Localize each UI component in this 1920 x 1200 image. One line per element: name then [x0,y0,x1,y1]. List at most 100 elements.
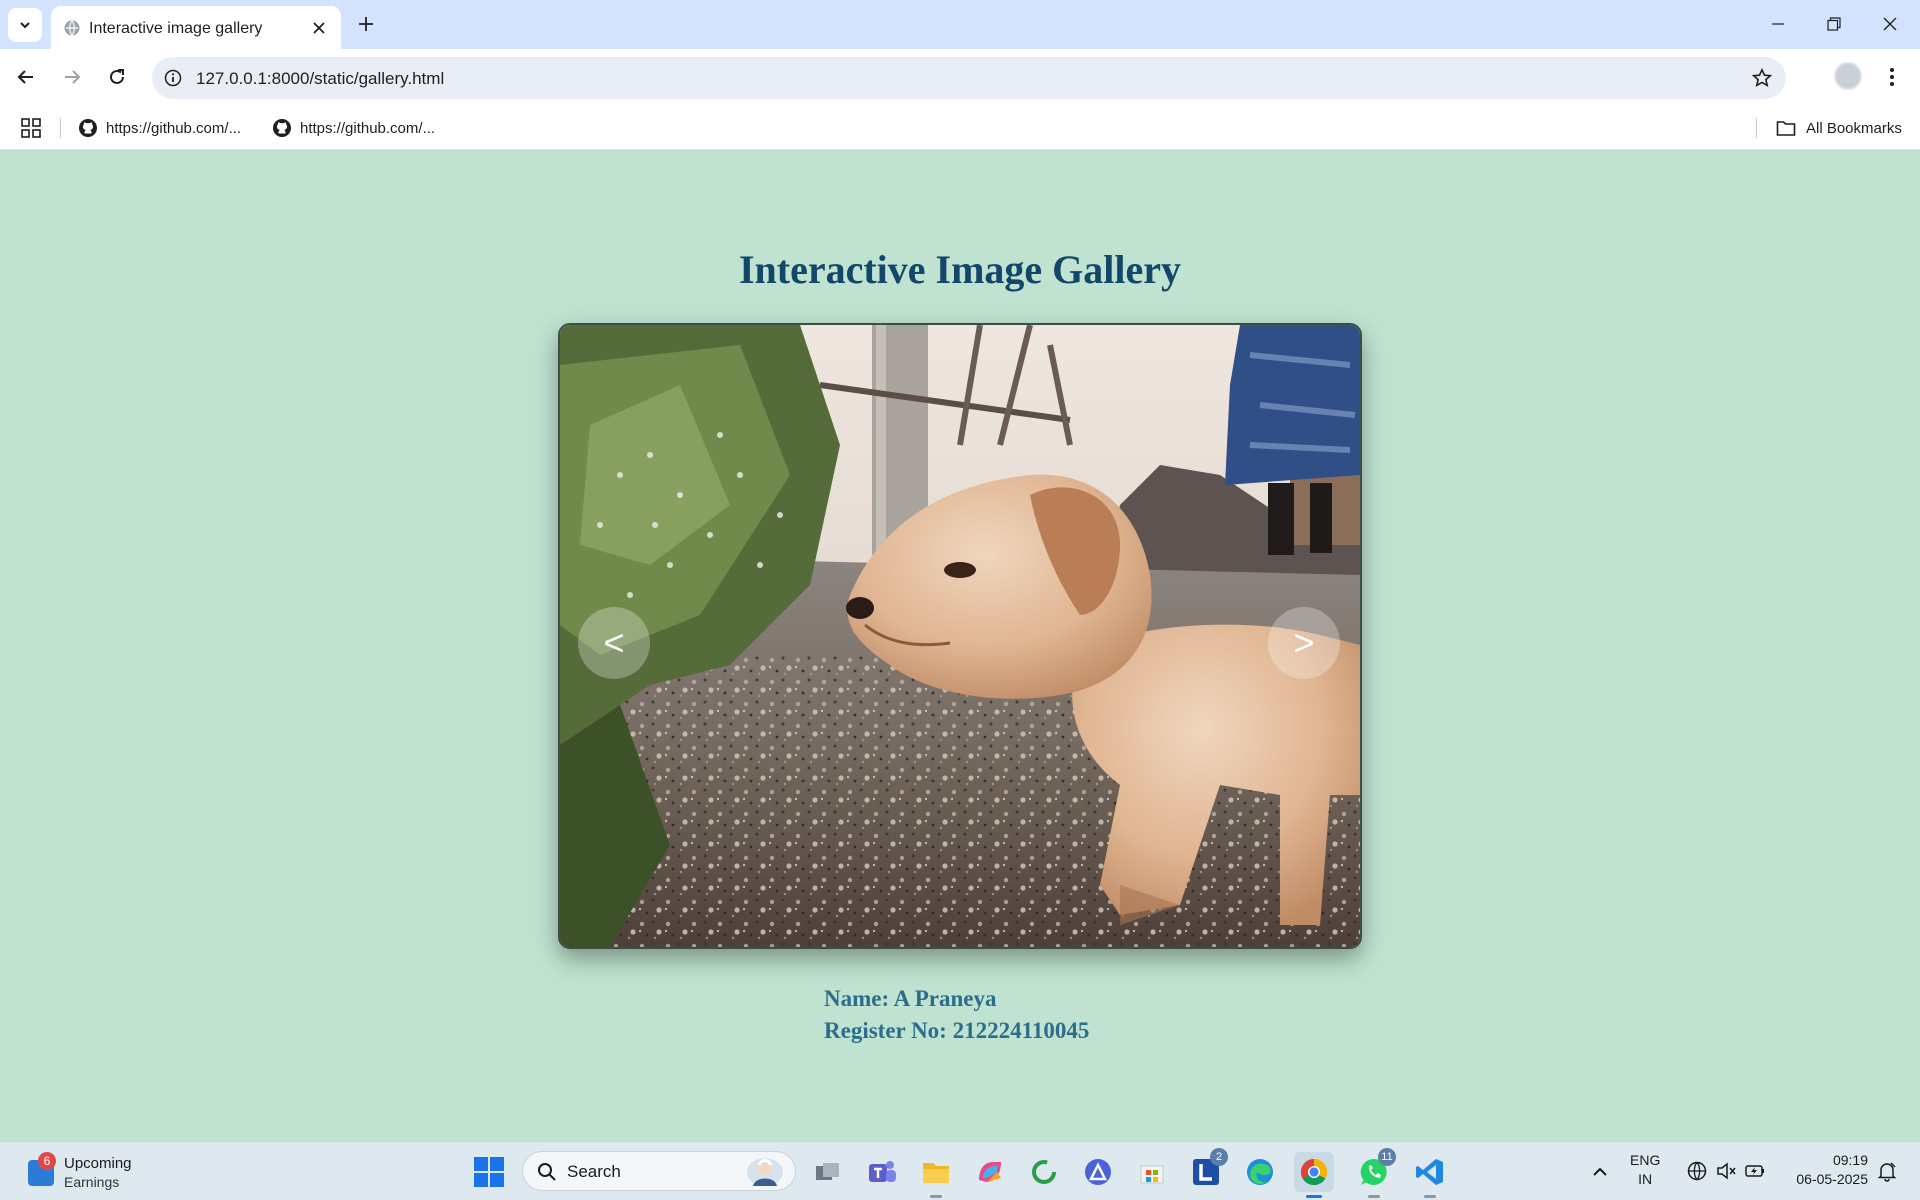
browser-menu-button[interactable] [1880,61,1904,93]
reload-button[interactable] [101,61,133,93]
gallery-image [560,325,1360,947]
volume-muted-icon[interactable] [1715,1160,1737,1182]
more-vertical-icon [1890,68,1894,86]
browser-toolbar: 127.0.0.1:8000/static/gallery.html [0,49,1920,106]
new-tab-button[interactable] [352,10,380,38]
url-text[interactable]: 127.0.0.1:8000/static/gallery.html [196,69,444,89]
forward-arrow-icon [65,70,81,84]
bookmark-item[interactable]: https://github.com/... [272,116,435,140]
bookmark-star-icon[interactable] [1750,66,1774,90]
bookmark-separator [1756,118,1757,138]
edge-icon [1247,1159,1273,1185]
tab-close-button[interactable] [307,16,331,40]
notification-badge: 11 [1378,1148,1396,1166]
task-view-icon [816,1163,839,1180]
forward-button[interactable] [56,61,88,93]
apps-grid-icon[interactable] [20,117,42,139]
language-indicator[interactable]: ENG IN [1630,1151,1660,1189]
address-bar[interactable]: 127.0.0.1:8000/static/gallery.html [152,57,1786,99]
taskbar-search[interactable]: Search [522,1151,796,1191]
chrome-icon [1300,1158,1328,1186]
running-indicator [1424,1195,1436,1198]
gallery-frame: < > [558,323,1362,949]
bookmark-item[interactable]: https://github.com/... [78,116,241,140]
widget-subtitle: Earnings [64,1174,120,1190]
windows-logo-icon [474,1157,488,1171]
app-l-button[interactable]: 2 [1186,1148,1228,1192]
search-highlight-icon [747,1158,783,1186]
globe-icon [64,20,80,36]
language-line2: IN [1638,1171,1653,1187]
running-indicator [930,1195,942,1198]
tab-search-button[interactable] [8,8,42,42]
taskbar: 6 Upcoming Earnings Search 2 11 ENG IN 0… [0,1141,1920,1200]
plus-icon [359,17,373,31]
search-label: Search [567,1162,621,1181]
bookmark-label: https://github.com/... [300,119,436,137]
copilot-button[interactable] [970,1152,1010,1192]
register-number: Register No: 212224110045 [824,1018,1090,1043]
refresh-ring-icon [1032,1160,1056,1184]
github-icon [79,119,97,137]
page-content: Interactive Image Gallery < > Name: A Pr… [0,151,1920,1141]
close-icon [313,22,325,34]
widgets-button[interactable]: 6 Upcoming Earnings [24,1150,154,1194]
close-window-button[interactable] [1870,8,1910,40]
store-icon [1140,1165,1164,1184]
restore-icon [1827,17,1841,31]
reload-icon [110,69,124,84]
all-bookmarks-button[interactable]: All Bookmarks [1776,116,1902,140]
vscode-icon [1416,1159,1443,1185]
restore-button[interactable] [1814,8,1854,40]
language-line1: ENG [1630,1152,1661,1168]
active-tab[interactable]: Interactive image gallery [51,6,341,49]
copilot-icon [979,1162,1001,1182]
app-blue-triangle-button[interactable] [1078,1152,1118,1192]
whatsapp-button[interactable]: 11 [1354,1148,1396,1198]
widget-title: Upcoming [64,1155,132,1172]
folder-icon [923,1163,949,1183]
clock-date: 06-05-2025 [1796,1171,1868,1187]
folder-icon [1776,121,1796,136]
show-hidden-icons-icon[interactable] [1588,1160,1612,1184]
app-green-ring-button[interactable] [1024,1152,1064,1192]
chrome-button[interactable] [1294,1152,1334,1198]
page-title: Interactive Image Gallery [738,247,1182,292]
network-globe-icon[interactable] [1686,1160,1708,1182]
minimize-button[interactable] [1758,8,1798,40]
teams-button[interactable] [862,1152,902,1192]
prev-image-button[interactable]: < [578,607,650,679]
battery-charging-icon[interactable] [1744,1160,1766,1182]
teams-icon [869,1161,896,1182]
back-arrow-icon [17,70,33,84]
triangle-logo-icon [1085,1159,1111,1185]
student-name: Name: A Praneya [824,986,997,1011]
tab-strip: Interactive image gallery [0,0,1920,49]
bookmark-label: https://github.com/... [106,119,242,137]
all-bookmarks-label: All Bookmarks [1806,119,1902,137]
tab-title: Interactive image gallery [89,20,263,37]
file-explorer-button[interactable] [916,1152,956,1198]
active-indicator [1306,1195,1322,1198]
vscode-button[interactable] [1410,1152,1450,1198]
profile-avatar[interactable] [1834,62,1862,90]
widget-badge: 6 [38,1152,56,1170]
minimize-icon [1772,23,1784,25]
start-button[interactable] [474,1157,504,1187]
edge-button[interactable] [1240,1152,1280,1192]
notification-bell-icon[interactable] [1876,1160,1898,1182]
task-view-button[interactable] [808,1152,848,1192]
clock-time: 09:19 [1832,1152,1868,1168]
site-info-icon[interactable] [162,67,184,89]
microsoft-store-button[interactable] [1132,1152,1172,1192]
back-button[interactable] [10,61,42,93]
github-icon [273,119,291,137]
bookmark-separator [60,118,61,138]
next-image-button[interactable]: > [1268,607,1340,679]
chevron-down-icon [20,22,30,29]
bookmarks-bar: https://github.com/... https://github.co… [0,106,1920,150]
student-info: Name: A Praneya Register No: 21222411004… [824,983,1089,1047]
notification-badge: 2 [1210,1148,1228,1166]
running-indicator [1368,1195,1380,1198]
clock[interactable]: 09:19 06-05-2025 [1778,1151,1868,1189]
